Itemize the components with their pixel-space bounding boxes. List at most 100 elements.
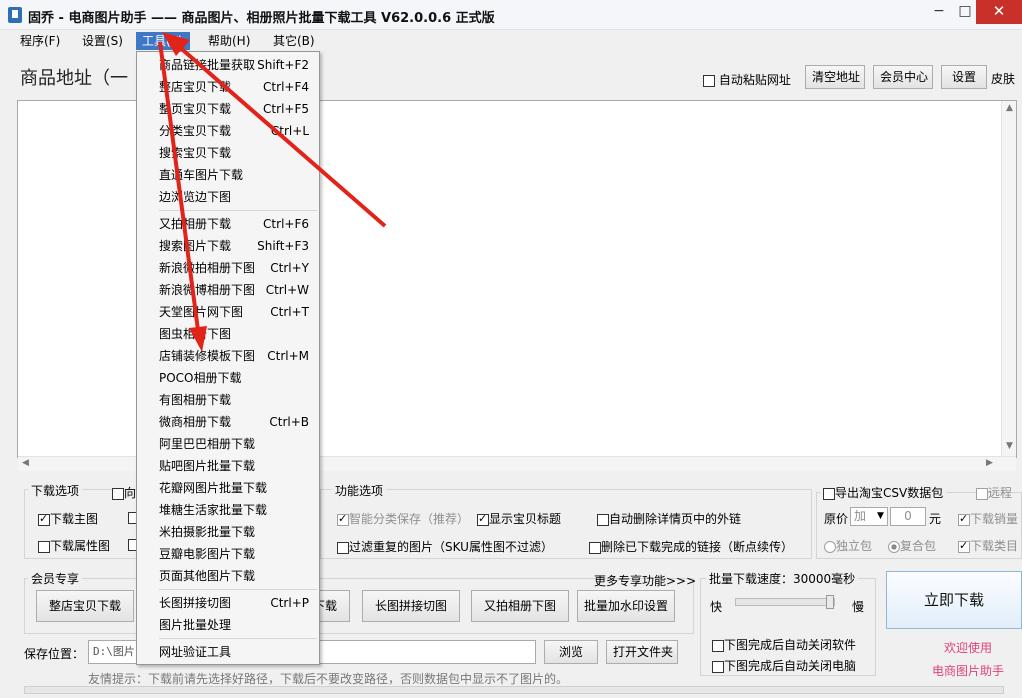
tools-menu-item[interactable]: 网址验证工具 <box>137 641 319 663</box>
download-attr-image-checkbox[interactable]: 下载属性图 <box>38 537 110 554</box>
welcome-text-1: 欢迎使用 <box>944 639 992 656</box>
tools-menu-item[interactable]: 堆糖生活家批量下载 <box>137 499 319 521</box>
start-download-button[interactable]: 立即下载 <box>886 571 1022 629</box>
title-bar: 固乔 - 电商图片助手 —— 商品图片、相册照片批量下载工具 V62.0.0.6… <box>0 0 1022 30</box>
download-main-image-checkbox[interactable]: 下载主图 <box>38 510 98 527</box>
tools-menu-item[interactable]: 搜索宝贝下载 <box>137 142 319 164</box>
shop-download-button[interactable]: 整店宝贝下载 <box>36 590 134 622</box>
menu-other[interactable]: 其它(B) <box>267 32 321 50</box>
tools-menu-item[interactable]: 米拍摄影批量下载 <box>137 521 319 543</box>
tools-menu-item[interactable]: 页面其他图片下载 <box>137 565 319 587</box>
menu-tools[interactable]: 工具(T) <box>136 32 190 50</box>
close-button[interactable]: ✕ <box>976 0 1022 24</box>
scroll-right-icon[interactable]: ▶ <box>986 458 993 468</box>
tools-menu-item-label: 天堂图片网下图 <box>159 301 243 323</box>
tools-menu-item-label: 店铺装修模板下图 <box>159 345 255 367</box>
tools-menu-item[interactable]: 天堂图片网下图Ctrl+T <box>137 301 319 323</box>
scroll-up-icon[interactable]: ▲ <box>1006 103 1013 113</box>
auto-close-software-checkbox[interactable]: 下图完成后自动关闭软件 <box>712 636 856 653</box>
combined-package-radio[interactable]: 复合包 <box>888 537 936 554</box>
tools-menu-item[interactable]: 商品链接批量获取Shift+F2 <box>137 54 319 76</box>
tools-menu-item[interactable]: 分类宝贝下载Ctrl+L <box>137 120 319 142</box>
filter-duplicate-label: 过滤重复的图片（SKU属性图不过滤） <box>349 540 553 554</box>
tools-menu-item[interactable]: 图片批量处理 <box>137 614 319 636</box>
speed-slow-label: 慢 <box>852 598 864 615</box>
long-image-button[interactable]: 长图拼接切图 <box>362 590 460 622</box>
remote-checkbox[interactable]: 远程 <box>976 484 1012 501</box>
browse-button[interactable]: 浏览 <box>544 640 598 664</box>
auto-paste-checkbox[interactable]: 自动粘贴网址 <box>703 71 791 88</box>
tools-menu-item-label: 新浪微博相册下图 <box>159 279 255 301</box>
tools-menu-item[interactable]: 新浪微博相册下图Ctrl+W <box>137 279 319 301</box>
menu-separator <box>159 210 317 211</box>
clear-url-button[interactable]: 清空地址 <box>805 65 865 89</box>
window-title: 固乔 - 电商图片助手 —— 商品图片、相册照片批量下载工具 V62.0.0.6… <box>28 7 495 26</box>
show-title-checkbox[interactable]: 显示宝贝标题 <box>477 510 561 527</box>
tools-menu-item[interactable]: 豆瓣电影图片下载 <box>137 543 319 565</box>
tools-menu-item[interactable]: 花瓣网图片批量下载 <box>137 477 319 499</box>
smart-classify-checkbox[interactable]: 智能分类保存（推荐） <box>337 510 469 527</box>
menu-help[interactable]: 帮助(H) <box>202 32 256 50</box>
tools-menu-item-label: 花瓣网图片批量下载 <box>159 477 267 499</box>
download-sales-checkbox[interactable]: 下载销量 <box>958 510 1018 527</box>
download-attr-image-label: 下载属性图 <box>50 539 110 553</box>
speed-title: 批量下载速度：30000毫秒 <box>706 570 858 587</box>
single-package-radio[interactable]: 独立包 <box>824 537 872 554</box>
tools-menu-item[interactable]: 图虫相册下图 <box>137 323 319 345</box>
tools-menu-item[interactable]: 店铺装修模板下图Ctrl+M <box>137 345 319 367</box>
tools-menu-item-label: 图片批量处理 <box>159 614 231 636</box>
tools-menu-item-label: 边浏览边下图 <box>159 186 231 208</box>
tools-menu-item[interactable]: 直通车图片下载 <box>137 164 319 186</box>
tools-menu-item[interactable]: POCO相册下载 <box>137 367 319 389</box>
auto-shutdown-label: 下图完成后自动关闭电脑 <box>724 659 856 673</box>
chevron-down-icon: ▼ <box>877 508 884 525</box>
delete-downloaded-checkbox[interactable]: 删除已下载完成的链接（断点续传） <box>589 538 793 555</box>
tools-menu-item[interactable]: 又拍相册下载Ctrl+F6 <box>137 213 319 235</box>
speed-slider-thumb[interactable] <box>826 595 834 609</box>
tools-menu-item-shortcut: Ctrl+B <box>269 411 309 433</box>
tools-menu-item[interactable]: 微商相册下载Ctrl+B <box>137 411 319 433</box>
vertical-scrollbar[interactable]: ▲ ▼ <box>1001 101 1016 457</box>
filter-duplicate-checkbox[interactable]: 过滤重复的图片（SKU属性图不过滤） <box>337 538 553 555</box>
tools-menu-item[interactable]: 搜索图片下载Shift+F3 <box>137 235 319 257</box>
smart-classify-label: 智能分类保存（推荐） <box>349 512 469 526</box>
tools-menu-item[interactable]: 整店宝贝下载Ctrl+F4 <box>137 76 319 98</box>
download-option-partial-label: 向 <box>124 486 136 500</box>
open-folder-button[interactable]: 打开文件夹 <box>606 640 678 664</box>
menu-program[interactable]: 程序(F) <box>14 32 66 50</box>
tip-text: 友情提示：下载前请先选择好路径，下载后不要改变路径，否则数据包中显示不了图片的。 <box>88 670 568 687</box>
auto-delete-links-label: 自动删除详情页中的外链 <box>609 512 741 526</box>
export-csv-label: 导出淘宝CSV数据包 <box>835 486 943 500</box>
tools-menu-item-shortcut: Ctrl+L <box>271 120 309 142</box>
auto-delete-links-checkbox[interactable]: 自动删除详情页中的外链 <box>597 510 741 527</box>
price-op-select[interactable]: 加 ▼ <box>850 507 888 526</box>
checkbox-box[interactable] <box>703 75 715 87</box>
tools-menu-item[interactable]: 整页宝贝下载Ctrl+F5 <box>137 98 319 120</box>
price-label: 原价 <box>824 510 848 527</box>
tools-menu-item[interactable]: 有图相册下载 <box>137 389 319 411</box>
scroll-left-icon[interactable]: ◀ <box>22 458 29 468</box>
settings-button[interactable]: 设置 <box>941 65 987 89</box>
member-center-button[interactable]: 会员中心 <box>873 65 933 89</box>
scroll-down-icon[interactable]: ▼ <box>1006 441 1013 451</box>
speed-slider-track[interactable] <box>735 598 835 606</box>
more-features-link[interactable]: 更多专享功能>>> <box>594 572 696 589</box>
watermark-settings-button[interactable]: 批量加水印设置 <box>577 590 675 622</box>
menu-settings[interactable]: 设置(S) <box>76 32 129 50</box>
remote-label: 远程 <box>988 486 1012 500</box>
skin-button[interactable]: 皮肤 <box>991 70 1015 87</box>
tools-menu-item[interactable]: 长图拼接切图Ctrl+P <box>137 592 319 614</box>
download-option-partial[interactable]: 向 <box>112 484 136 501</box>
tools-menu-item[interactable]: 边浏览边下图 <box>137 186 319 208</box>
function-options-title: 功能选项 <box>332 482 386 499</box>
auto-shutdown-checkbox[interactable]: 下图完成后自动关闭电脑 <box>712 657 856 674</box>
tools-menu-item-shortcut: Ctrl+F4 <box>263 76 309 98</box>
tools-menu-item[interactable]: 贴吧图片批量下载 <box>137 455 319 477</box>
tools-menu-item[interactable]: 新浪微拍相册下图Ctrl+Y <box>137 257 319 279</box>
export-csv-checkbox[interactable]: 导出淘宝CSV数据包 <box>820 484 946 501</box>
youpai-album-button[interactable]: 又拍相册下图 <box>471 590 569 622</box>
price-value-input[interactable]: 0 <box>890 507 926 526</box>
download-category-checkbox[interactable]: 下载类目 <box>958 537 1018 554</box>
tools-menu-item[interactable]: 阿里巴巴相册下载 <box>137 433 319 455</box>
tools-menu-item-label: 商品链接批量获取 <box>159 54 255 76</box>
